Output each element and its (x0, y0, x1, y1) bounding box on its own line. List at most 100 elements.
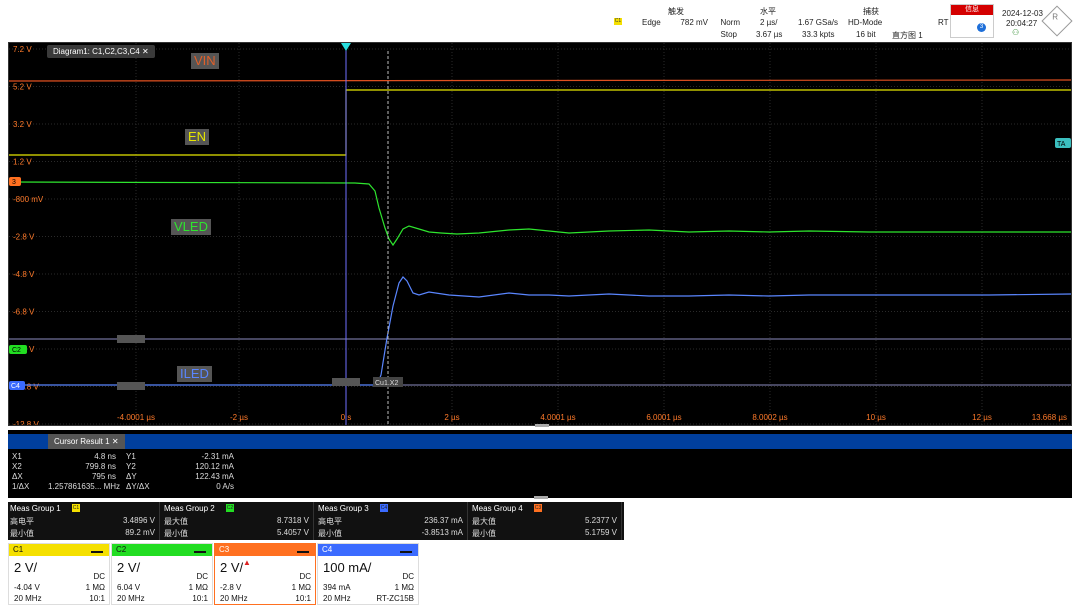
channel-offset: 6.04 V (117, 583, 141, 592)
rt-label: RT (938, 18, 949, 27)
channel-bandwidth: 20 MHz (117, 594, 145, 603)
diagram-resize-handle[interactable] (535, 424, 549, 427)
coupling-symbol-icon (91, 551, 103, 553)
channel-scale[interactable]: 2 V/ (220, 560, 243, 575)
meas-value: 5.2377 V (584, 516, 617, 525)
status-toolbar: 触发 C1 Edge 782 mV Norm Stop 水平 2 µs/ 3.6… (0, 0, 1080, 42)
trigger-state[interactable]: Stop (712, 30, 737, 39)
cursor-result-tab[interactable]: Cursor Result 1 ✕ (48, 434, 125, 449)
waveform-diagram[interactable]: 7.2 V 5.2 V 3.2 V 1.2 V -800 mV -2.8 V -4.8 V -… (8, 42, 1072, 427)
channel-impedance: 1 MΩ (394, 583, 414, 592)
channel-impedance: 1 MΩ (291, 583, 311, 592)
x-tick-label: 4.0001 µs (540, 413, 575, 422)
cursor-key: X2 (12, 462, 22, 471)
c4-offset-marker[interactable] (117, 382, 145, 390)
message-button[interactable]: 信息 3 (950, 4, 994, 38)
meas-value: 5.1759 V (584, 528, 617, 537)
meas-label: 高电平 (318, 517, 342, 526)
horizontal-position[interactable]: 3.67 µs (756, 30, 782, 39)
record-length[interactable]: 33.3 kpts (802, 30, 834, 39)
coupling-symbol-icon (194, 551, 206, 553)
meas-label: 最小值 (318, 529, 342, 538)
cursor-key: X1 (12, 452, 22, 461)
cursor-value: -2.31 mA (201, 452, 234, 461)
y-tick-label: 3.2 V (13, 120, 32, 129)
cursor-key: Y1 (126, 452, 136, 461)
channel-impedance: 1 MΩ (188, 583, 208, 592)
channel-scale[interactable]: 100 mA/ (323, 560, 371, 575)
resolution-bits[interactable]: 16 bit (856, 30, 876, 39)
channel-bandwidth: 20 MHz (14, 594, 42, 603)
trigger-title[interactable]: 触发 (668, 6, 684, 17)
trigger-type[interactable]: Edge (642, 18, 661, 27)
meas-group-title: Meas Group 2 (164, 504, 215, 513)
measurement-panel: Meas Group 1 C1 高电平 3.4896 V 最小值 89.2 mV Meas … (8, 502, 624, 540)
x-tick-label: 10 µs (866, 413, 886, 422)
cursor-key: ΔX (12, 472, 23, 481)
coupling-symbol-icon (297, 551, 309, 553)
histogram-label[interactable]: 直方图 1 (892, 30, 923, 41)
meas-label: 最小值 (472, 529, 496, 538)
cursor-value: 0 A/s (216, 482, 234, 491)
meas-value: 8.7318 V (276, 516, 309, 525)
panel-resize-handle[interactable] (534, 496, 548, 499)
channel-c2-box[interactable]: C2 2 V/DC 6.04 V 1 MΩ 20 MHz 10:1 (111, 543, 213, 605)
trigger-level[interactable]: 782 mV (676, 18, 708, 27)
trigger-position-marker[interactable] (341, 43, 351, 51)
channel-bandwidth: 20 MHz (220, 594, 248, 603)
close-icon[interactable]: ✕ (142, 47, 149, 56)
cursor-key: 1/ΔX (12, 482, 30, 491)
meas-group-title: Meas Group 4 (472, 504, 523, 513)
meas-group[interactable]: Meas Group 2 C2 最大值 8.7318 V 最小值 5.4057 V (162, 502, 314, 540)
c2-offset-marker[interactable] (117, 335, 145, 343)
y-tick-label: -2.8 V (13, 233, 35, 242)
acquisition-mode[interactable]: HD-Mode (848, 18, 882, 27)
c2-marker-label: C2 (12, 347, 21, 354)
channel-c3-box[interactable]: C3 2 V/▲ DC -2.8 V 1 MΩ 20 MHz 10:1 (214, 543, 316, 605)
meas-group[interactable]: Meas Group 3 C4 高电平 236.37 mA 最小值 -3.8513 mA (316, 502, 468, 540)
horizontal-title[interactable]: 水平 (760, 6, 776, 17)
message-header: 信息 (951, 5, 993, 15)
channel-ratio: 10:1 (295, 594, 311, 603)
meas-label: 最小值 (164, 529, 188, 538)
channel-coupling: DC (196, 572, 208, 581)
iled-trace (9, 276, 1071, 386)
close-icon[interactable]: ✕ (112, 437, 119, 446)
channel-c4-box[interactable]: C4 100 mA/DC 394 mA 1 MΩ 20 MHz RT-ZC15B (317, 543, 419, 605)
meas-group[interactable]: Meas Group 4 C3 最大值 5.2377 V 最小值 5.1759 V (470, 502, 622, 540)
channel-scale[interactable]: 2 V/ (117, 560, 140, 575)
rs-logo-icon: R (1041, 5, 1073, 37)
channel-name: C2 (112, 544, 212, 556)
iled-label: ILED (177, 366, 212, 382)
meas-group[interactable]: Meas Group 1 C1 高电平 3.4896 V 最小值 89.2 mV (8, 502, 160, 540)
channel-ratio: RT-ZC15B (376, 594, 414, 603)
channel-impedance: 1 MΩ (85, 583, 105, 592)
sample-rate[interactable]: 1.67 GSa/s (798, 18, 838, 27)
channel-coupling: DC (299, 572, 311, 581)
meas-label: 最小值 (10, 529, 34, 538)
c3-marker-label: 3 (12, 179, 16, 186)
cursor-result-panel: Cursor Result 1 ✕ X1 4.8 ns Y1 -2.31 mA X2 79… (8, 430, 1072, 499)
channel-name: C4 (318, 544, 418, 556)
x-tick-label: -2 µs (230, 413, 248, 422)
channel-scale[interactable]: 2 V/ (14, 560, 37, 575)
y-tick-label: -6.8 V (13, 308, 35, 317)
meas-source-chip: C3 (534, 504, 542, 512)
c4-marker-label: C4 (11, 383, 20, 390)
diagram-tab[interactable]: Diagram1: C1,C2,C3,C4 ✕ (47, 45, 155, 58)
waveform-canvas[interactable]: 7.2 V 5.2 V 3.2 V 1.2 V -800 mV -2.8 V -4.8 V -… (9, 43, 1071, 425)
trigger-mode[interactable]: Norm (712, 18, 740, 27)
meas-group-title: Meas Group 3 (318, 504, 369, 513)
meas-value: 236.37 mA (424, 516, 463, 525)
channel-c1-box[interactable]: C1 2 V/DC -4.04 V 1 MΩ 20 MHz 10:1 (8, 543, 110, 605)
channel-ratio: 10:1 (89, 594, 105, 603)
acquisition-title[interactable]: 捕获 (863, 6, 879, 17)
en-trace (9, 89, 1071, 156)
cursor-value: 120.12 mA (195, 462, 234, 471)
horizontal-scale[interactable]: 2 µs/ (760, 18, 778, 27)
y-tick-label: 5.2 V (13, 83, 32, 92)
channel-offset: 394 mA (323, 583, 351, 592)
trigger-source-chip[interactable]: C1 (614, 18, 622, 25)
cursor-label: Cu1.X2 (375, 380, 398, 387)
cursor-x1-marker[interactable] (332, 378, 360, 386)
